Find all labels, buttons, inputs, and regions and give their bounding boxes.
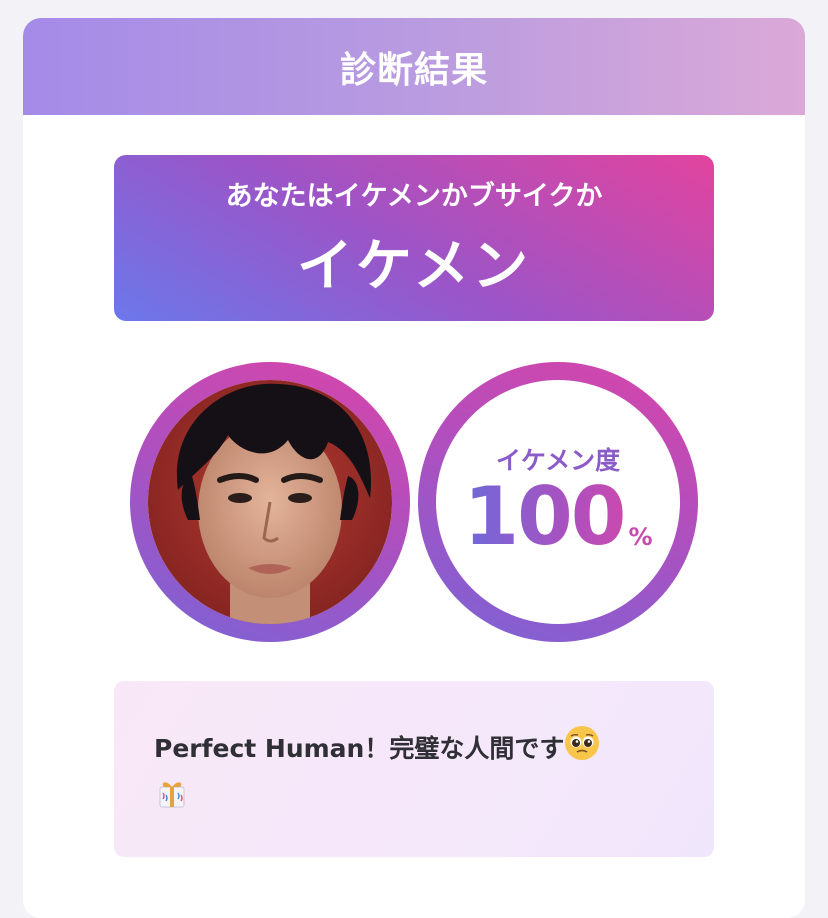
score-unit: % [628, 523, 653, 551]
gift-icon [154, 775, 190, 825]
photo-ring [130, 362, 410, 642]
comment-text: Perfect Human！完璧な人間です [154, 725, 674, 825]
result-banner: あなたはイケメンかブサイクか イケメン [114, 155, 714, 321]
card-header: 診断結果 [23, 18, 805, 115]
portrait-photo [148, 380, 392, 624]
page-title: 診断結果 [339, 49, 488, 91]
comment-box: Perfect Human！完璧な人間です [114, 681, 714, 857]
score-panel: イケメン度 100 % [436, 380, 680, 624]
avatar [148, 380, 392, 624]
score-value: 100 [463, 470, 626, 563]
comment-message: Perfect Human！完璧な人間です [154, 734, 565, 763]
diagnosis-answer: イケメン [296, 234, 532, 299]
diagnosis-question: あなたはイケメンかブサイクか [225, 181, 603, 212]
result-card: 診断結果 あなたはイケメンかブサイクか イケメン イケメン度 100 % Per… [23, 18, 805, 918]
score-ring: イケメン度 100 % [418, 362, 698, 642]
score-value-row: 100 % [463, 477, 652, 557]
pleading-face-icon [564, 725, 600, 775]
